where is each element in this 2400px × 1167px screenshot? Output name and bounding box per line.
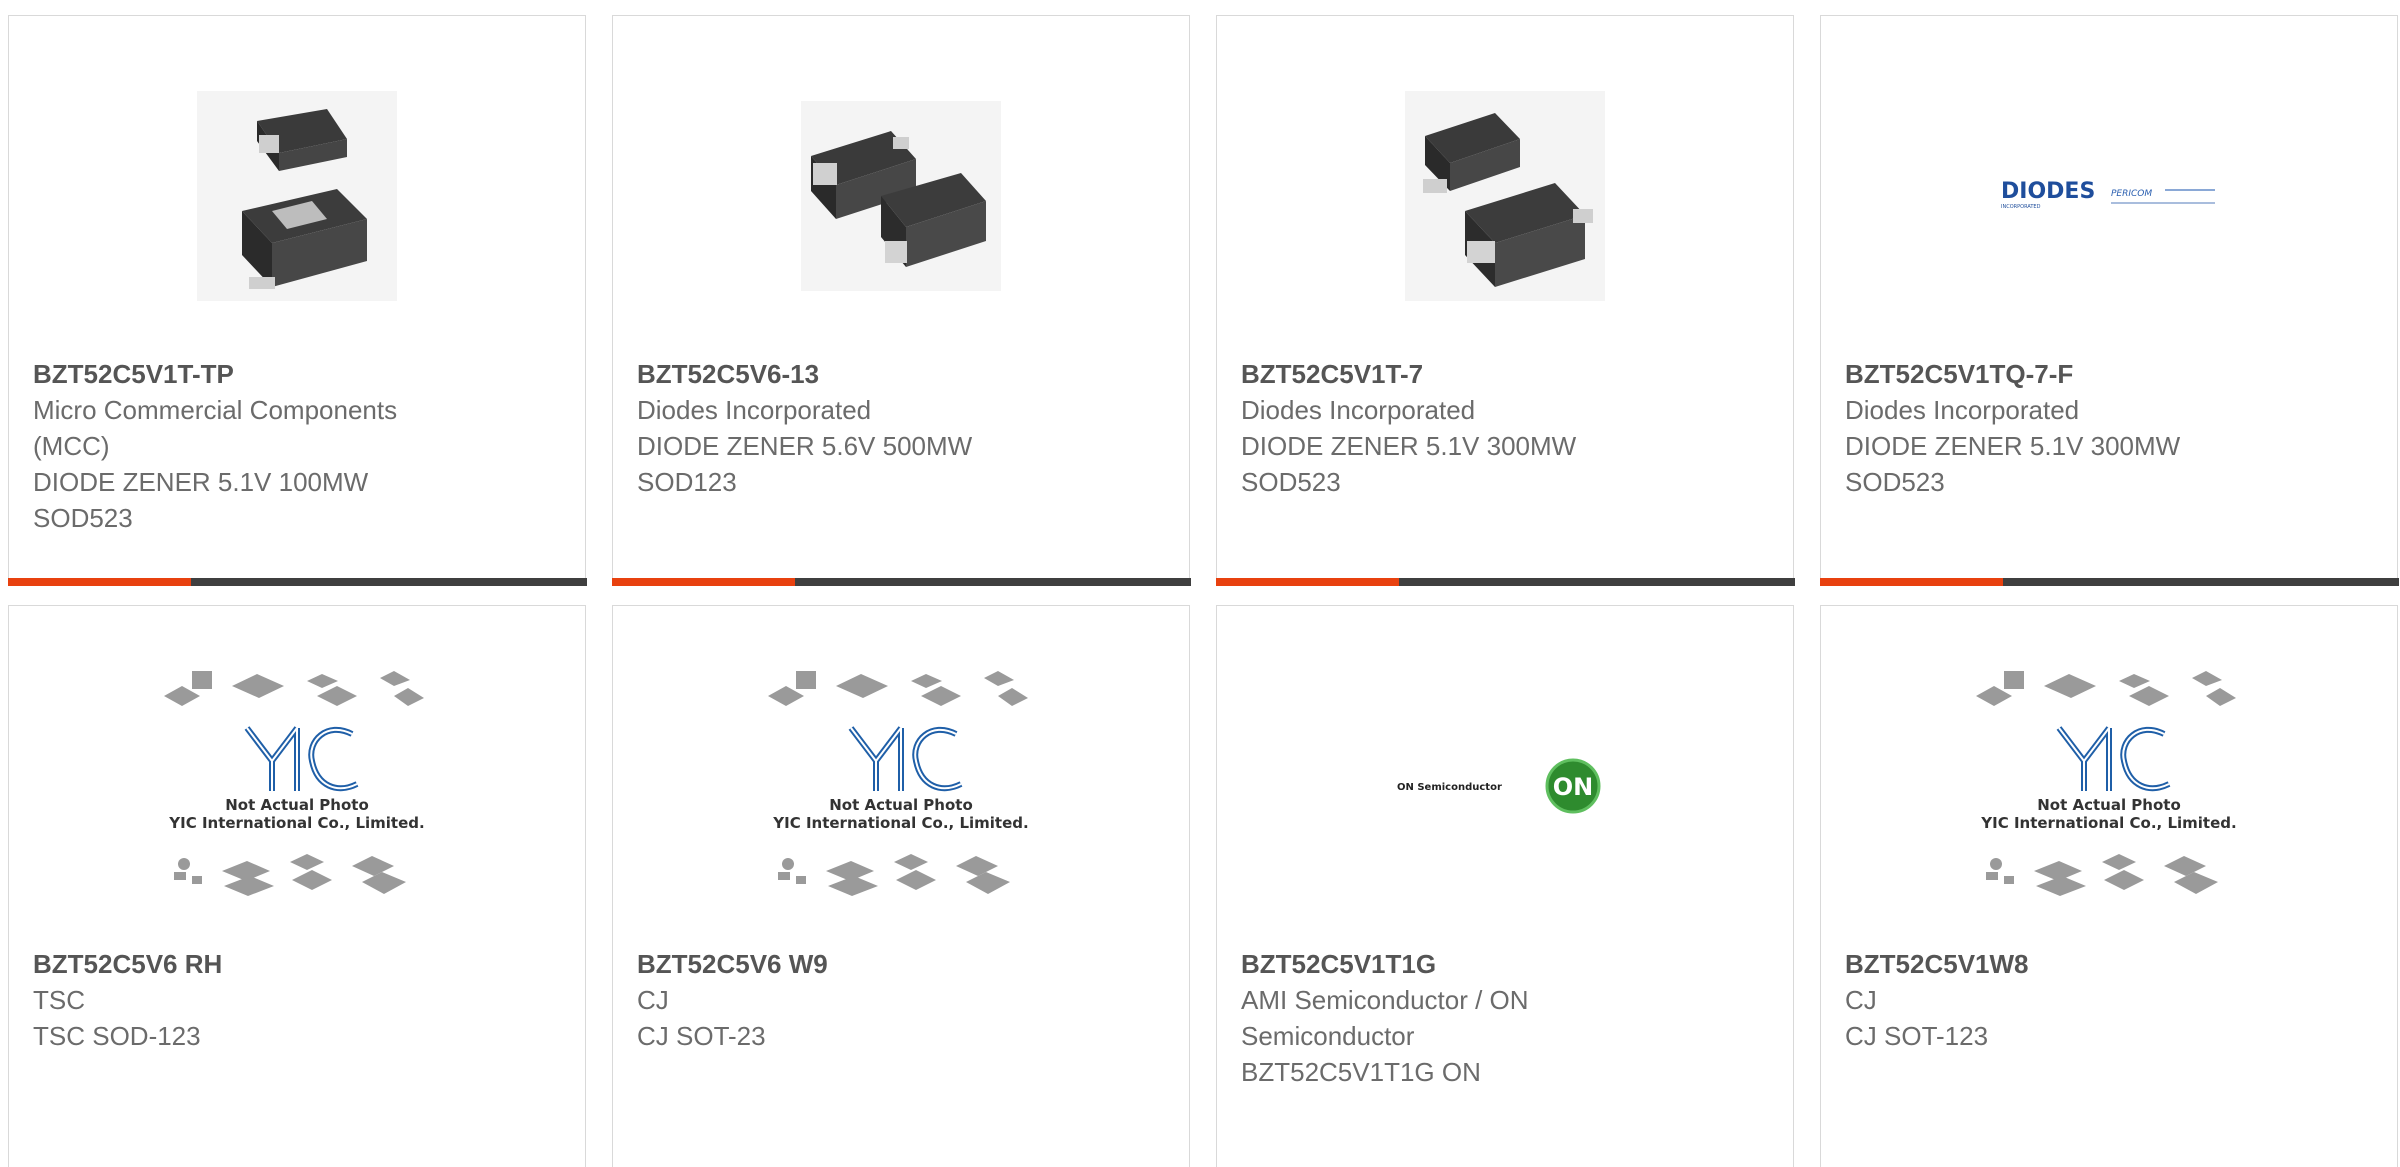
- diodes-pericom-logo: DIODES INCORPORATED PERICOM: [2001, 179, 2215, 210]
- card-accent-bar: [1215, 577, 1795, 586]
- product-info: BZT52C5V6-13 Diodes Incorporated DIODE Z…: [637, 356, 1165, 500]
- part-number[interactable]: BZT52C5V6 RH: [33, 946, 561, 982]
- product-image[interactable]: Not Actual Photo YIC International Co., …: [1821, 671, 2397, 896]
- part-number[interactable]: BZT52C5V1T1G: [1241, 946, 1769, 982]
- part-number[interactable]: BZT52C5V1T-TP: [33, 356, 561, 392]
- product-card[interactable]: BZT52C5V1T-TP Micro Commercial Component…: [7, 15, 587, 586]
- description: DIODE ZENER 5.6V 500MW: [637, 431, 973, 461]
- not-actual-photo-placeholder: Not Actual Photo YIC International Co., …: [1974, 666, 2244, 906]
- card-accent-bar: [1819, 577, 2399, 586]
- manufacturer: Diodes Incorporated: [637, 395, 872, 425]
- manufacturer-cont: (MCC): [33, 431, 110, 461]
- package: SOD523: [33, 503, 133, 533]
- not-actual-photo-placeholder: Not Actual Photo YIC International Co., …: [766, 666, 1036, 906]
- product-card[interactable]: BZT52C5V6-13 Diodes Incorporated DIODE Z…: [611, 15, 1191, 586]
- package: SOD523: [1845, 467, 1945, 497]
- product-info: BZT52C5V1W8 CJ CJ SOT-123: [1845, 946, 2373, 1054]
- product-card[interactable]: BZT52C5V1T-7 Diodes Incorporated DIODE Z…: [1215, 15, 1795, 586]
- on-semi-text: ON Semiconductor: [1397, 782, 1502, 793]
- product-info: BZT52C5V1TQ-7-F Diodes Incorporated DIOD…: [1845, 356, 2373, 500]
- not-actual-photo-placeholder: Not Actual Photo YIC International Co., …: [162, 666, 432, 906]
- sod523-package-image: [197, 91, 397, 301]
- description: DIODE ZENER 5.1V 300MW: [1845, 431, 2181, 461]
- on-badge-text: ON: [1553, 773, 1594, 801]
- description: BZT52C5V1T1G ON: [1241, 1057, 1481, 1087]
- manufacturer: TSC: [33, 985, 85, 1015]
- product-image[interactable]: Not Actual Photo YIC International Co., …: [613, 671, 1189, 896]
- product-card[interactable]: ON Semiconductor ON BZT52C5V1T1G AMI Sem…: [1216, 605, 1794, 1167]
- diodes-logo-text: DIODES: [2001, 179, 2095, 204]
- card-accent-bar: [611, 577, 1191, 586]
- product-image[interactable]: ON Semiconductor ON: [1217, 676, 1793, 896]
- product-grid: BZT52C5V1T-TP Micro Commercial Component…: [0, 0, 2400, 1167]
- manufacturer: Diodes Incorporated: [1241, 395, 1476, 425]
- part-number[interactable]: BZT52C5V1W8: [1845, 946, 2373, 982]
- package: SOD523: [1241, 467, 1341, 497]
- description: CJ SOT-123: [1845, 1021, 1989, 1051]
- manufacturer: AMI Semiconductor / ON: [1241, 985, 1529, 1015]
- product-card[interactable]: Not Actual Photo YIC International Co., …: [612, 605, 1190, 1167]
- product-card[interactable]: DIODES INCORPORATED PERICOM BZT52C5V1TQ-…: [1819, 15, 2399, 586]
- product-card[interactable]: Not Actual Photo YIC International Co., …: [1820, 605, 2398, 1167]
- description: DIODE ZENER 5.1V 300MW: [1241, 431, 1577, 461]
- placeholder-text: Not Actual Photo YIC International Co., …: [1981, 796, 2237, 832]
- product-image[interactable]: [9, 86, 585, 306]
- product-card[interactable]: Not Actual Photo YIC International Co., …: [8, 605, 586, 1167]
- product-info: BZT52C5V6 W9 CJ CJ SOT-23: [637, 946, 1165, 1054]
- product-info: BZT52C5V6 RH TSC TSC SOD-123: [33, 946, 561, 1054]
- svg-text:INCORPORATED: INCORPORATED: [2001, 204, 2041, 210]
- part-number[interactable]: BZT52C5V1T-7: [1241, 356, 1769, 392]
- on-semiconductor-logo: ON Semiconductor ON: [1397, 758, 1601, 814]
- product-image[interactable]: Not Actual Photo YIC International Co., …: [9, 671, 585, 896]
- product-image[interactable]: [1217, 86, 1793, 306]
- manufacturer: Micro Commercial Components: [33, 395, 398, 425]
- manufacturer: CJ: [1845, 985, 1877, 1015]
- placeholder-text: Not Actual Photo YIC International Co., …: [169, 796, 425, 832]
- package: SOD123: [637, 467, 737, 497]
- product-info: BZT52C5V1T-7 Diodes Incorporated DIODE Z…: [1241, 356, 1769, 500]
- product-image[interactable]: [613, 86, 1189, 306]
- sod123-package-image: [801, 101, 1001, 291]
- manufacturer: CJ: [637, 985, 669, 1015]
- description: DIODE ZENER 5.1V 100MW: [33, 467, 369, 497]
- placeholder-text: Not Actual Photo YIC International Co., …: [773, 796, 1029, 832]
- sod523-package-image: [1405, 91, 1605, 301]
- manufacturer: Diodes Incorporated: [1845, 395, 2080, 425]
- part-number[interactable]: BZT52C5V1TQ-7-F: [1845, 356, 2373, 392]
- product-image[interactable]: DIODES INCORPORATED PERICOM: [1821, 86, 2397, 306]
- card-accent-bar: [7, 577, 587, 586]
- description: CJ SOT-23: [637, 1021, 766, 1051]
- description: TSC SOD-123: [33, 1021, 201, 1051]
- part-number[interactable]: BZT52C5V6-13: [637, 356, 1165, 392]
- manufacturer-cont: Semiconductor: [1241, 1021, 1415, 1051]
- part-number[interactable]: BZT52C5V6 W9: [637, 946, 1165, 982]
- pericom-logo-text: PERICOM: [2111, 189, 2152, 199]
- product-info: BZT52C5V1T1G AMI Semiconductor / ON Semi…: [1241, 946, 1769, 1090]
- product-info: BZT52C5V1T-TP Micro Commercial Component…: [33, 356, 561, 536]
